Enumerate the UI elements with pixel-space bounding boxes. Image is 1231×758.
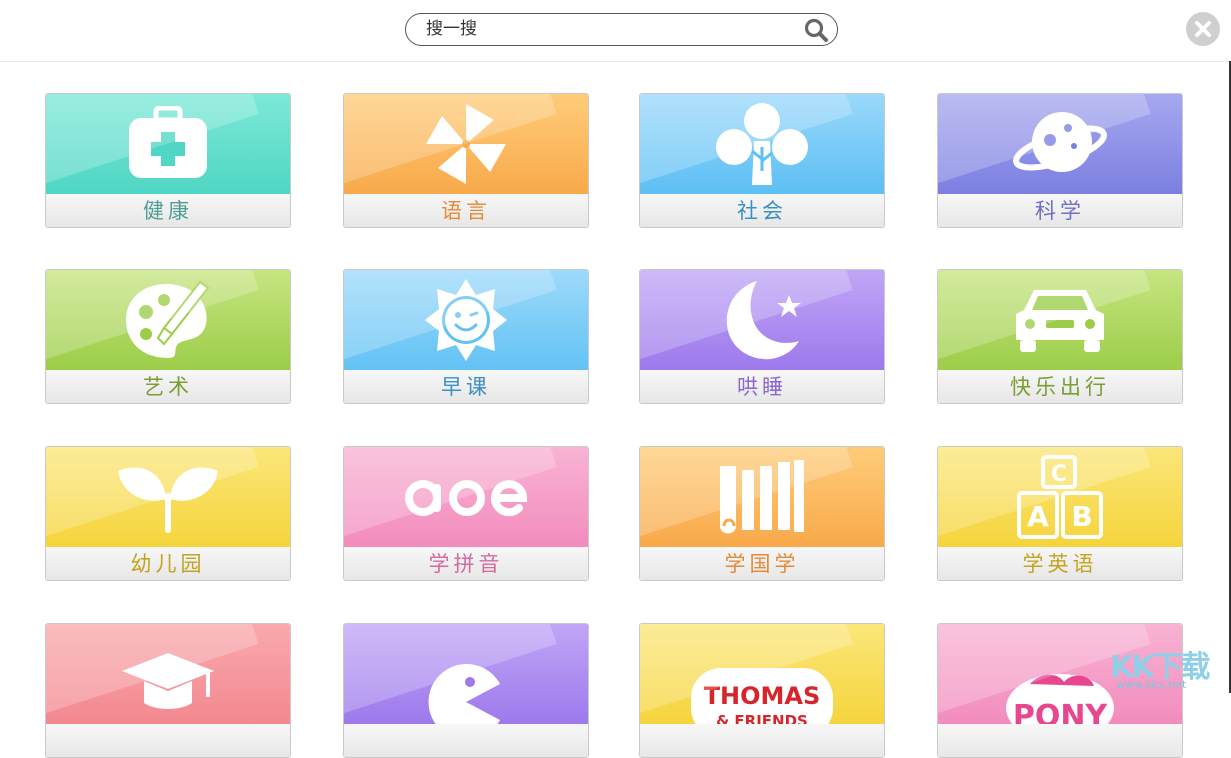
card-banner: C A B	[938, 447, 1182, 547]
category-card-english[interactable]: C A B 学英语	[937, 446, 1183, 581]
svg-text:A: A	[1027, 500, 1049, 533]
card-banner	[344, 270, 588, 370]
planet-icon	[1013, 112, 1107, 172]
category-card-pinyin[interactable]: 学拼音	[343, 446, 589, 581]
palette-icon	[126, 280, 210, 358]
card-banner	[344, 447, 588, 547]
sprout-icon	[118, 467, 218, 533]
svg-text:B: B	[1071, 500, 1092, 533]
category-label: 科学	[938, 194, 1182, 227]
svg-text:& FRIENDS: & FRIENDS	[716, 712, 808, 724]
card-banner: THOMAS & FRIENDS	[640, 624, 884, 724]
card-banner	[640, 94, 884, 194]
pinwheel-icon	[426, 104, 506, 184]
car-icon	[1016, 290, 1104, 352]
category-card-art[interactable]: 艺术	[45, 269, 291, 404]
sun-icon	[425, 279, 507, 361]
category-card-kindergarten[interactable]: 幼儿园	[45, 446, 291, 581]
category-label: 早课	[344, 370, 588, 403]
category-label	[640, 724, 884, 757]
category-label: 社会	[640, 194, 884, 227]
category-card-morning-class[interactable]: 早课	[343, 269, 589, 404]
svg-text:C: C	[1051, 462, 1067, 487]
category-card-health[interactable]: 健康	[45, 93, 291, 228]
category-card-science[interactable]: 科学	[937, 93, 1183, 228]
category-label	[46, 724, 290, 757]
medical-kit-icon	[129, 106, 207, 178]
abc-blocks-icon: C A B	[1017, 455, 1103, 539]
category-card-thomas[interactable]: THOMAS & FRIENDS	[639, 623, 885, 758]
thomas-logo: THOMAS & FRIENDS	[691, 668, 833, 724]
card-banner	[344, 624, 588, 724]
svg-text:PONY: PONY	[1013, 699, 1109, 724]
category-grid: 健康 语言 社会 科学 艺术 早课 哄睡 快乐出行 幼儿园 学拼音 学国学 C …	[0, 0, 1231, 758]
card-banner	[640, 447, 884, 547]
scroll-icon	[720, 460, 804, 534]
category-label: 语言	[344, 194, 588, 227]
tree-icon	[716, 103, 808, 185]
card-banner	[46, 624, 290, 724]
category-label: 快乐出行	[938, 370, 1182, 403]
category-card-row4-1[interactable]	[45, 623, 291, 758]
category-card-row4-2[interactable]	[343, 623, 589, 758]
card-banner	[46, 447, 290, 547]
card-banner	[938, 270, 1182, 370]
svg-text:THOMAS: THOMAS	[704, 682, 821, 710]
pacman-icon	[428, 664, 500, 724]
graduation-cap-icon	[122, 653, 214, 709]
aoe-icon	[405, 480, 528, 517]
watermark: KK下载 www.kkx.net	[1110, 640, 1230, 693]
category-label: 艺术	[46, 370, 290, 403]
category-label	[938, 724, 1182, 757]
category-card-language[interactable]: 语言	[343, 93, 589, 228]
category-label: 健康	[46, 194, 290, 227]
card-banner	[46, 270, 290, 370]
card-banner	[938, 94, 1182, 194]
category-label: 学拼音	[344, 547, 588, 580]
card-banner	[640, 270, 884, 370]
category-label: 哄睡	[640, 370, 884, 403]
my-little-pony-logo: PONY	[1006, 674, 1114, 724]
card-banner	[46, 94, 290, 194]
category-label	[344, 724, 588, 757]
category-card-society[interactable]: 社会	[639, 93, 885, 228]
category-label: 学英语	[938, 547, 1182, 580]
moon-icon	[726, 281, 801, 360]
category-card-travel[interactable]: 快乐出行	[937, 269, 1183, 404]
category-label: 幼儿园	[46, 547, 290, 580]
category-label: 学国学	[640, 547, 884, 580]
watermark-url: www.kkx.net	[1116, 678, 1187, 691]
category-card-sleep[interactable]: 哄睡	[639, 269, 885, 404]
category-card-guoxue[interactable]: 学国学	[639, 446, 885, 581]
card-banner	[344, 94, 588, 194]
